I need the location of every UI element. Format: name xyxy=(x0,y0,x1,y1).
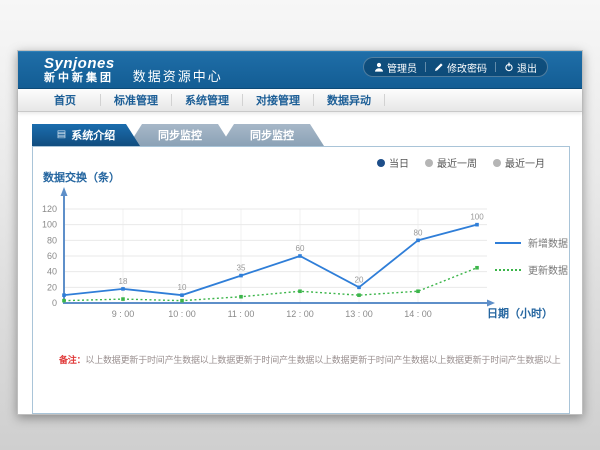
legend-label: 新增数据 xyxy=(528,235,568,250)
nav-item-standard-mgmt[interactable]: 标准管理 xyxy=(101,92,171,108)
time-range-filter: 当日 最近一周 最近一月 xyxy=(377,155,545,170)
divider xyxy=(425,62,426,72)
tab-label: 同步监控 xyxy=(158,127,202,143)
nav-item-system-mgmt[interactable]: 系统管理 xyxy=(172,92,242,108)
radio-label: 最近一周 xyxy=(437,155,477,170)
svg-text:60: 60 xyxy=(296,244,305,253)
svg-text:11 : 00: 11 : 00 xyxy=(228,309,255,319)
radio-label: 当日 xyxy=(389,155,409,170)
svg-text:12 : 00: 12 : 00 xyxy=(286,309,314,319)
logo-subtitle: 新中新集团 xyxy=(44,73,115,84)
change-password-label: 修改密码 xyxy=(447,60,487,75)
radio-label: 最近一月 xyxy=(505,155,545,170)
svg-text:40: 40 xyxy=(47,267,57,277)
content-panel: 当日 最近一周 最近一月 数据交换（条） 9 : 00 10 : 00 11 : 0… xyxy=(32,146,570,414)
power-icon xyxy=(504,62,514,72)
chart-area: 9 : 00 10 : 00 11 : 00 12 : 00 13 : 00 14 : 0… xyxy=(35,185,569,337)
chart-legend: 新增数据 更新数据 xyxy=(495,235,568,277)
page-title: 数据资源中心 xyxy=(133,66,223,85)
tab-label: 同步监控 xyxy=(250,127,294,143)
document-icon: ▤ xyxy=(57,130,66,140)
logout-label: 退出 xyxy=(517,60,537,75)
divider xyxy=(495,62,496,72)
x-axis-title: 日期（小时） xyxy=(487,305,553,321)
legend-item-updated-data: 更新数据 xyxy=(495,262,568,277)
footnote-text: 以上数据更新于时间产生数据以上数据更新于时间产生数据以上数据更新于时间产生数据以… xyxy=(85,355,561,365)
svg-text:10 : 00: 10 : 00 xyxy=(168,309,196,319)
user-icon xyxy=(374,62,384,72)
radio-today[interactable]: 当日 xyxy=(377,155,409,170)
legend-label: 更新数据 xyxy=(528,262,568,277)
legend-line-dotted xyxy=(495,269,521,271)
svg-text:9 : 00: 9 : 00 xyxy=(112,309,135,319)
radio-dot xyxy=(425,159,433,167)
main-nav: 首页 标准管理 系统管理 对接管理 数据异动 xyxy=(18,89,582,112)
logout-button[interactable]: 退出 xyxy=(504,60,537,75)
divider xyxy=(384,94,385,106)
svg-text:80: 80 xyxy=(414,228,423,237)
radio-dot xyxy=(493,159,501,167)
radio-last-month[interactable]: 最近一月 xyxy=(493,155,545,170)
svg-text:20: 20 xyxy=(355,275,364,284)
tab-label: 系统介绍 xyxy=(71,127,115,143)
user-toolbar: 管理员 修改密码 退出 xyxy=(363,57,548,77)
edit-icon xyxy=(434,62,444,72)
svg-text:20: 20 xyxy=(47,282,57,292)
y-axis-title: 数据交换（条） xyxy=(43,169,120,185)
user-name: 管理员 xyxy=(387,60,417,75)
svg-text:14 : 00: 14 : 00 xyxy=(404,309,432,319)
legend-line-solid xyxy=(495,242,521,244)
app-window: Synjones 新中新集团 数据资源中心 管理员 修改密码 xyxy=(17,50,583,415)
tab-sync-monitor-2[interactable]: 同步监控 xyxy=(220,124,324,146)
tab-system-intro[interactable]: ▤ 系统介绍 xyxy=(32,124,140,146)
svg-text:100: 100 xyxy=(42,220,57,230)
footnote-prefix: 备注： xyxy=(59,355,85,365)
svg-text:10: 10 xyxy=(178,283,187,292)
company-logo: Synjones 新中新集团 xyxy=(44,56,115,84)
nav-item-home[interactable]: 首页 xyxy=(30,92,100,108)
radio-dot xyxy=(377,159,385,167)
svg-text:80: 80 xyxy=(47,235,57,245)
change-password-button[interactable]: 修改密码 xyxy=(434,60,487,75)
footnote: 备注：以上数据更新于时间产生数据以上数据更新于时间产生数据以上数据更新于时间产生… xyxy=(59,353,561,366)
svg-text:13 : 00: 13 : 00 xyxy=(345,309,373,319)
nav-item-data-change[interactable]: 数据异动 xyxy=(314,92,384,108)
svg-text:120: 120 xyxy=(42,204,57,214)
tab-sync-monitor-1[interactable]: 同步监控 xyxy=(128,124,232,146)
svg-text:18: 18 xyxy=(119,277,128,286)
logo-wordmark: Synjones xyxy=(44,56,115,71)
svg-text:35: 35 xyxy=(237,264,246,273)
tab-bar: ▤ 系统介绍 同步监控 同步监控 xyxy=(32,124,582,146)
svg-text:0: 0 xyxy=(52,298,57,308)
svg-text:60: 60 xyxy=(47,251,57,261)
app-header: Synjones 新中新集团 数据资源中心 管理员 修改密码 xyxy=(18,51,582,89)
current-user-button[interactable]: 管理员 xyxy=(374,60,417,75)
legend-item-new-data: 新增数据 xyxy=(495,235,568,250)
svg-text:100: 100 xyxy=(470,213,484,222)
radio-last-week[interactable]: 最近一周 xyxy=(425,155,477,170)
nav-item-interface-mgmt[interactable]: 对接管理 xyxy=(243,92,313,108)
